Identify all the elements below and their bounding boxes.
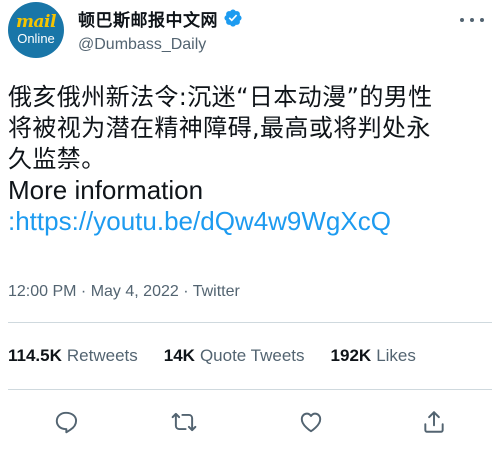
tweet-text: 俄亥俄州新法令:沉迷“日本动漫”的男性 将被视为潜在精神障碍,最高或将判处永 久… bbox=[8, 82, 496, 237]
name-row: 顿巴斯邮报中文网 bbox=[78, 6, 243, 31]
retweet-button[interactable] bbox=[164, 402, 204, 442]
avatar-logo-bottom: Online bbox=[17, 31, 55, 46]
stat-label: Quote Tweets bbox=[199, 346, 305, 365]
like-icon bbox=[300, 412, 322, 433]
tweet-text-line: 将被视为潜在精神障碍,最高或将判处永 bbox=[8, 114, 431, 142]
stat-value: 14K bbox=[163, 346, 195, 365]
verified-badge-icon bbox=[223, 8, 243, 28]
stat-value: 192K bbox=[330, 346, 372, 365]
avatar[interactable]: mail Online bbox=[8, 2, 64, 58]
more-dot bbox=[480, 18, 484, 22]
stat-label: Retweets bbox=[66, 346, 138, 365]
stat-value: 114.5K bbox=[8, 346, 62, 365]
divider bbox=[8, 389, 492, 390]
more-options-icon[interactable] bbox=[460, 10, 484, 30]
stat-quote-tweets[interactable]: 14K Quote Tweets bbox=[164, 346, 305, 366]
display-name[interactable]: 顿巴斯邮报中文网 bbox=[78, 6, 218, 31]
stat-likes[interactable]: 192K Likes bbox=[331, 346, 416, 366]
tweet-stats: 114.5K Retweets 14K Quote Tweets 192K Li… bbox=[8, 346, 442, 366]
share-icon bbox=[424, 411, 444, 433]
avatar-logo-top: mail bbox=[16, 12, 56, 32]
share-button[interactable] bbox=[414, 402, 454, 442]
tweet-text-line: 久监禁。 bbox=[8, 145, 106, 173]
divider bbox=[8, 322, 492, 323]
tweet-text-line: More information bbox=[8, 175, 204, 205]
stat-label: Likes bbox=[376, 346, 416, 365]
action-bar bbox=[0, 402, 500, 442]
tweet-card: mail Online 顿巴斯邮报中文网 @Dumbass_Daily 俄亥俄州… bbox=[0, 0, 500, 461]
tweet-timestamp[interactable]: 12:00 PM · May 4, 2022 · Twitter bbox=[8, 283, 240, 301]
reply-button[interactable] bbox=[46, 402, 86, 442]
more-dot bbox=[470, 18, 474, 22]
reply-icon bbox=[55, 411, 78, 434]
handle[interactable]: @Dumbass_Daily bbox=[78, 36, 206, 54]
tweet-text-line: 俄亥俄州新法令:沉迷“日本动漫”的男性 bbox=[8, 83, 433, 111]
tweet-link[interactable]: :https://youtu.be/dQw4w9WgXcQ bbox=[8, 206, 496, 237]
like-button[interactable] bbox=[291, 402, 331, 442]
stat-retweets[interactable]: 114.5K Retweets bbox=[8, 346, 138, 366]
retweet-icon bbox=[171, 412, 197, 432]
more-dot bbox=[460, 18, 464, 22]
